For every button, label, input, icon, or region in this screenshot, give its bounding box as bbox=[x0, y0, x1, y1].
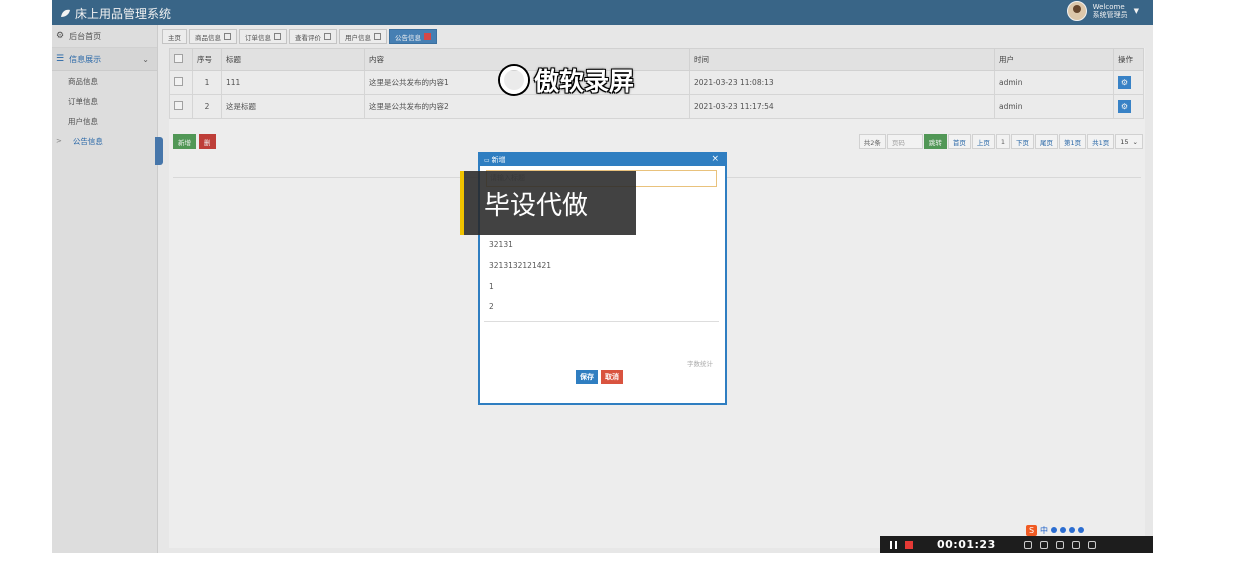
ime-language[interactable]: 中 bbox=[1040, 525, 1048, 536]
sogou-icon: S bbox=[1026, 524, 1037, 536]
recorder-logo-icon bbox=[500, 66, 528, 94]
editor-line[interactable]: 2 bbox=[489, 302, 494, 311]
mic-icon[interactable] bbox=[1060, 527, 1066, 533]
pen-icon[interactable] bbox=[1071, 540, 1080, 549]
editor-line[interactable]: 1 bbox=[489, 282, 494, 291]
editor-divider bbox=[484, 321, 719, 322]
app-window: 床上用品管理系统 Welcome 系统管理员 ▼ ⚙ 后台首页 ☰ 信息展示 ⌄… bbox=[52, 0, 1153, 553]
save-button[interactable]: 保存 bbox=[576, 370, 598, 384]
dialog-title: 新增 bbox=[491, 156, 506, 164]
close-icon[interactable]: × bbox=[711, 154, 719, 165]
dialog-buttons: 保存 取消 bbox=[576, 370, 623, 384]
resize-icon[interactable] bbox=[1039, 540, 1048, 549]
window-icon: ▭ bbox=[484, 156, 490, 164]
cancel-button[interactable]: 取消 bbox=[601, 370, 623, 384]
pause-icon[interactable] bbox=[890, 540, 897, 549]
editor-line[interactable]: 32131 bbox=[489, 240, 513, 249]
watermark-text: 傲软录屏 bbox=[534, 67, 635, 96]
ime-toolbar[interactable]: S 中 bbox=[1026, 524, 1084, 536]
recording-toolbar: 00:01:23 bbox=[880, 536, 1153, 553]
camera-icon[interactable] bbox=[1055, 540, 1064, 549]
screenshot-icon[interactable] bbox=[1023, 540, 1032, 549]
settings-icon[interactable] bbox=[1078, 527, 1084, 533]
dialog-header: ▭ 新增 × bbox=[480, 154, 725, 166]
stop-icon[interactable] bbox=[905, 540, 913, 549]
editor-line[interactable]: 3213132121421 bbox=[489, 261, 551, 270]
minimize-icon[interactable] bbox=[1087, 540, 1096, 549]
recording-timer: 00:01:23 bbox=[937, 538, 996, 551]
promo-banner: 毕设代做 bbox=[460, 171, 636, 235]
word-counter: 字数统计 bbox=[687, 360, 713, 368]
keyboard-icon[interactable] bbox=[1069, 527, 1075, 533]
emoji-icon[interactable] bbox=[1051, 527, 1057, 533]
recorder-watermark: 傲软录屏 bbox=[500, 62, 634, 98]
